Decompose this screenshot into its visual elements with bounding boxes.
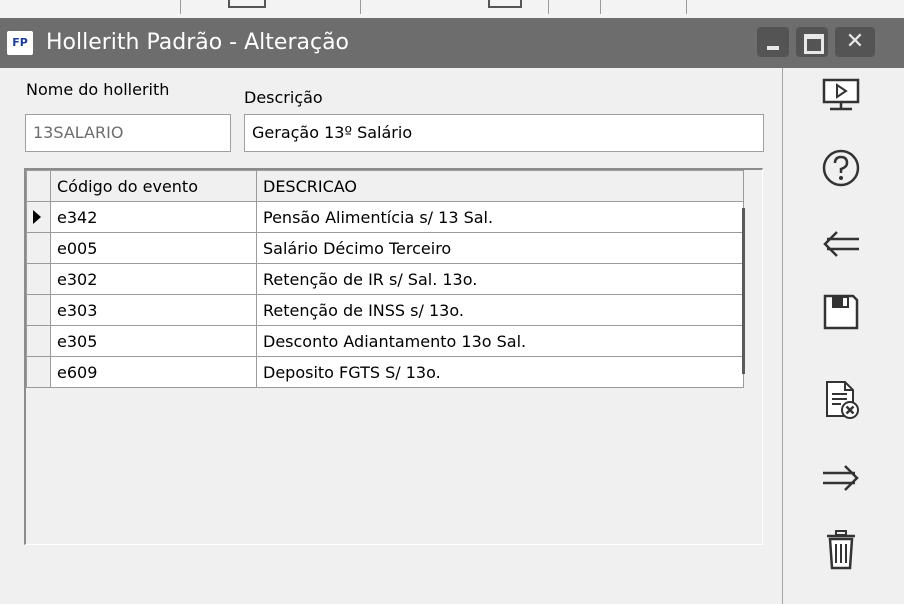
column-header-code[interactable]: Código do evento (50, 170, 257, 202)
event-description-cell[interactable]: Retenção de IR s/ Sal. 13o. (256, 263, 744, 295)
table-row[interactable]: e609 Deposito FGTS S/ 13o. (26, 356, 744, 388)
delete-button[interactable] (809, 524, 873, 576)
event-code-cell[interactable]: e303 (50, 294, 257, 326)
row-indicator[interactable] (26, 201, 51, 233)
background-window-toolbar-strip (0, 0, 904, 19)
event-description-cell[interactable]: Salário Décimo Terceiro (256, 232, 744, 264)
back-arrow-icon (823, 231, 859, 257)
help-button[interactable] (809, 142, 873, 194)
close-button[interactable]: ✕ (835, 27, 875, 57)
column-header-description[interactable]: DESCRICAO (256, 170, 744, 202)
event-description-cell[interactable]: Pensão Alimentícia s/ 13 Sal. (256, 201, 744, 233)
current-row-arrow-icon (33, 210, 41, 224)
table-row[interactable]: e303 Retenção de INSS s/ 13o. (26, 294, 744, 326)
maximize-icon (804, 34, 824, 54)
save-icon (823, 294, 859, 330)
row-indicator[interactable] (26, 356, 51, 388)
close-icon: ✕ (845, 29, 865, 54)
trash-icon (827, 530, 855, 570)
events-table: Código do evento DESCRICAO e342 Pensão Al… (26, 170, 744, 388)
toolbar-separator (548, 0, 549, 14)
toolbar-separator (600, 0, 601, 14)
table-row[interactable]: e005 Salário Décimo Terceiro (26, 232, 744, 264)
maximize-button[interactable] (796, 27, 828, 57)
minimize-button[interactable] (757, 27, 789, 57)
table-row[interactable]: e302 Retenção de IR s/ Sal. 13o. (26, 263, 744, 295)
toolbar-separator (686, 0, 687, 14)
event-code-cell[interactable]: e305 (50, 325, 257, 357)
toolbar-separator (360, 0, 361, 14)
row-indicator[interactable] (26, 263, 51, 295)
form-panel: Nome do hollerith Descrição 13SALARIO Ge… (0, 68, 782, 604)
description-field[interactable]: Geração 13º Salário (244, 114, 764, 152)
name-field[interactable]: 13SALARIO (25, 114, 231, 152)
table-row[interactable]: e342 Pensão Alimentícia s/ 13 Sal. (26, 201, 744, 233)
preview-button[interactable] (809, 70, 873, 122)
event-code-cell[interactable]: e302 (50, 263, 257, 295)
row-indicator[interactable] (26, 294, 51, 326)
events-grid[interactable]: Código do evento DESCRICAO e342 Pensão Al… (24, 168, 763, 545)
event-code-cell[interactable]: e342 (50, 201, 257, 233)
event-description-cell[interactable]: Desconto Adiantamento 13o Sal. (256, 325, 744, 357)
event-description-cell[interactable]: Deposito FGTS S/ 13o. (256, 356, 744, 388)
grid-vertical-scrollbar[interactable] (742, 208, 745, 374)
event-code-cell[interactable]: e005 (50, 232, 257, 264)
toolbar-separator (180, 0, 181, 14)
minimize-icon (767, 46, 779, 50)
event-code-cell[interactable]: e609 (50, 356, 257, 388)
cancel-document-icon (826, 381, 859, 419)
right-toolbar (782, 68, 904, 604)
partial-toolbar-icon (488, 0, 522, 8)
description-label: Descrição (244, 88, 323, 107)
row-indicator-header (26, 170, 51, 202)
help-icon (822, 149, 860, 187)
back-button[interactable] (809, 218, 873, 270)
row-indicator[interactable] (26, 325, 51, 357)
window-titlebar[interactable]: FP Hollerith Padrão - Alteração ✕ (0, 18, 904, 68)
row-indicator[interactable] (26, 232, 51, 264)
cancel-document-button[interactable] (809, 374, 873, 426)
event-description-cell[interactable]: Retenção de INSS s/ 13o. (256, 294, 744, 326)
forward-arrow-icon (823, 465, 859, 491)
partial-toolbar-icon (228, 0, 266, 8)
app-icon: FP (7, 31, 33, 55)
monitor-icon (822, 78, 860, 111)
forward-button[interactable] (809, 452, 873, 504)
window-title: Hollerith Padrão - Alteração (46, 30, 350, 55)
save-button[interactable] (809, 286, 873, 338)
table-header-row: Código do evento DESCRICAO (26, 170, 744, 202)
name-label: Nome do hollerith (26, 80, 170, 99)
table-row[interactable]: e305 Desconto Adiantamento 13o Sal. (26, 325, 744, 357)
